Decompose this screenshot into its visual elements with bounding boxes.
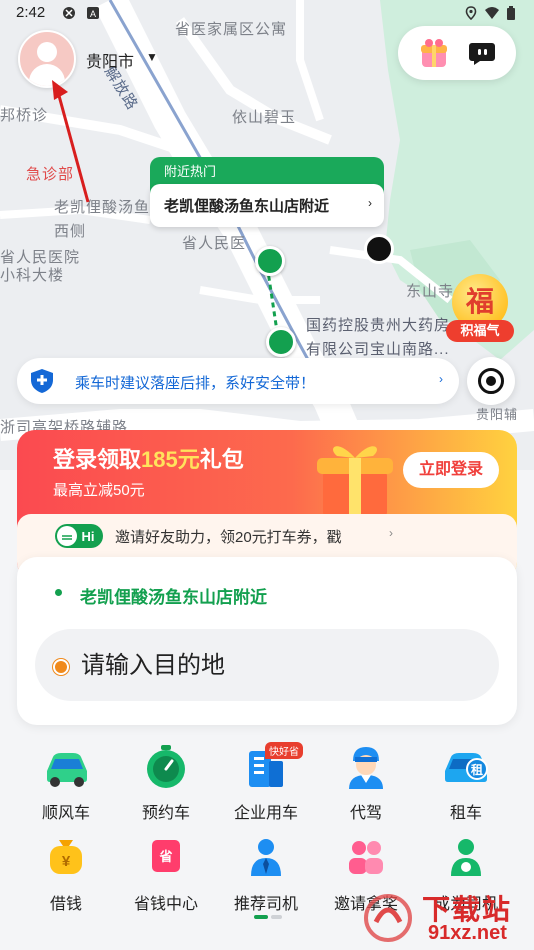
svg-text:Hi: Hi (82, 529, 95, 544)
service-recommend-driver[interactable]: 推荐司机 (216, 836, 316, 914)
svg-text:省: 省 (158, 849, 172, 865)
map-label: 国药控股贵州大药房 (306, 317, 451, 334)
chevron-right-icon: › (389, 526, 393, 540)
map-label: 小科大楼 (0, 267, 65, 284)
service-label: 企业用车 (233, 805, 298, 822)
chevron-right-icon: › (439, 372, 443, 386)
destination-input[interactable] (79, 645, 483, 687)
watermark-logo-icon (364, 894, 412, 942)
money-bag-icon: ¥ (50, 840, 82, 874)
service-reservation[interactable]: 预约车 (116, 745, 216, 823)
map-label: 西侧 (54, 223, 87, 240)
route-start-pin[interactable] (255, 246, 285, 276)
top-actions (398, 26, 516, 80)
driver-person-icon (451, 839, 481, 876)
status-bar: 2:42 A (0, 0, 534, 28)
service-loan[interactable]: ¥ 借钱 (16, 836, 116, 914)
destination-field[interactable] (35, 629, 499, 701)
fu-label: 积福气 (446, 320, 514, 342)
service-ride-share[interactable]: 顺风车 (16, 745, 116, 823)
fu-badge[interactable]: 福 积福气 (446, 274, 514, 344)
map-label: 贵阳辅 (476, 407, 519, 422)
map-label: 省人民医 (182, 235, 247, 252)
safety-banner-text: 乘车时建议落座后排，系好安全带！ (75, 375, 316, 392)
page-indicator (254, 915, 282, 919)
coupon-icon: 省 (152, 840, 180, 872)
people-icon (349, 841, 383, 874)
pickup-location[interactable]: 老凯俚酸汤鱼东山店附近 (80, 583, 267, 608)
status-time: 2:42 (16, 4, 46, 21)
service-badge: 快好省 (265, 742, 303, 759)
gift-icon[interactable] (420, 38, 448, 68)
rental-car-icon: 租 (445, 753, 488, 782)
chevron-right-icon: › (368, 196, 372, 210)
driver-icon (349, 747, 383, 789)
service-label: 省钱中心 (133, 896, 198, 913)
safety-banner[interactable]: 乘车时建议落座后排，系好安全带！ › (17, 358, 459, 404)
city-selector[interactable]: 贵阳市 (86, 48, 134, 72)
service-label: 租车 (449, 805, 482, 822)
invite-text: 邀请好友助力，领20元打车券，戳 (115, 529, 342, 546)
wifi-icon (485, 7, 499, 19)
service-label: 代驾 (349, 805, 382, 822)
map-label: 邦桥诊 (0, 107, 49, 124)
svg-text:租: 租 (471, 763, 483, 777)
chevron-down-icon[interactable]: ▼ (146, 50, 158, 64)
svg-text:¥: ¥ (62, 853, 71, 870)
nearby-hot-place[interactable]: 老凯俚酸汤鱼东山店附近 › (150, 184, 384, 227)
nearby-hot-place-name: 老凯俚酸汤鱼东山店附近 (164, 198, 330, 215)
app-notify-icon (63, 7, 75, 19)
promo-subtitle: 最高立减50元 (53, 482, 145, 499)
service-label: 借钱 (49, 896, 82, 913)
clock-icon (147, 745, 185, 788)
a-icon: A (87, 7, 99, 19)
watermark-url: 91xz.net (428, 922, 507, 944)
pickup-dot-icon (55, 589, 62, 596)
service-label: 推荐司机 (233, 896, 298, 913)
login-button[interactable]: 立即登录 (403, 452, 499, 488)
service-rental[interactable]: 租 租车 (416, 745, 516, 823)
map-label: 有限公司宝山南路... (306, 341, 450, 358)
poi-marker[interactable] (364, 234, 394, 264)
service-label: 预约车 (141, 805, 190, 822)
service-enterprise[interactable]: 快好省 企业用车 (216, 742, 316, 823)
annotation-arrow-icon (52, 80, 90, 203)
svg-text:A: A (90, 9, 96, 19)
gift-box-icon (317, 446, 393, 518)
service-label: 顺风车 (41, 805, 90, 822)
car-icon (47, 753, 87, 787)
message-icon[interactable] (468, 39, 496, 67)
service-chauffeur[interactable]: 代驾 (316, 745, 416, 823)
battery-icon (507, 6, 515, 20)
booking-card: 老凯俚酸汤鱼东山店附近 (17, 557, 517, 725)
location-icon (465, 6, 477, 20)
promo-title: 登录领取185元礼包 (53, 447, 244, 472)
hi-badge-icon: Hi (55, 524, 103, 548)
destination-dot-icon (53, 659, 69, 675)
service-savings[interactable]: 省 省钱中心 (116, 836, 216, 914)
route-pin[interactable] (266, 327, 296, 357)
locate-button[interactable] (467, 357, 515, 405)
map-label: 依山碧玉 (232, 109, 297, 126)
person-tie-icon (251, 839, 281, 876)
nearby-hot-callout[interactable]: 附近热门 老凯俚酸汤鱼东山店附近 › (150, 157, 384, 227)
watermark: 下载站 91xz.net (362, 886, 532, 948)
shield-icon (31, 369, 53, 393)
